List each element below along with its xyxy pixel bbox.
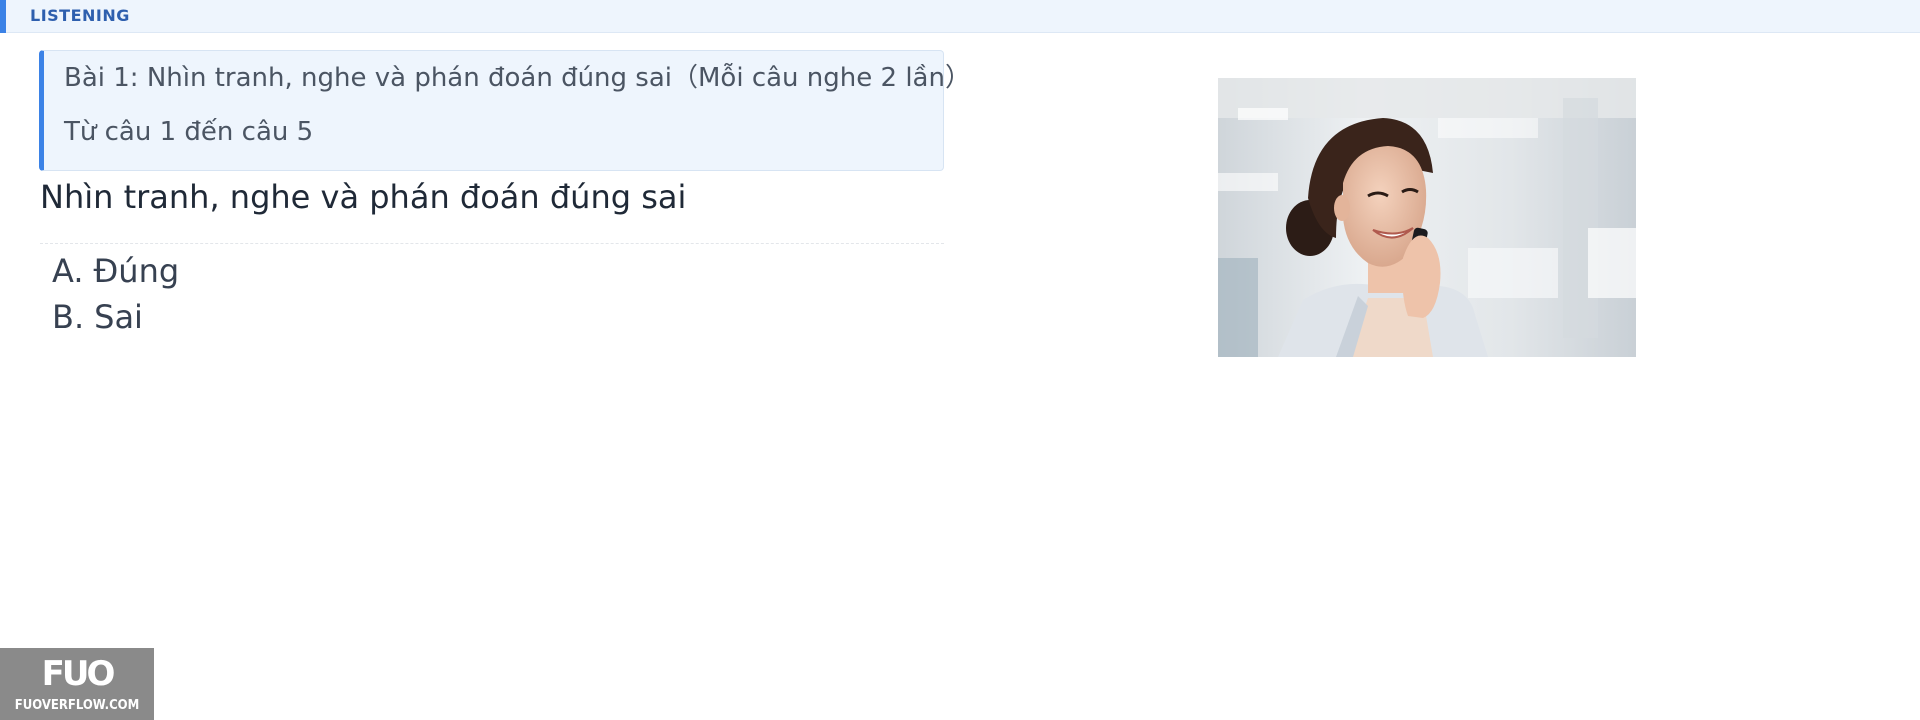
option-letter: B.	[52, 298, 85, 336]
answer-options: A. Đúng B. Sai	[52, 248, 179, 340]
section-accent-bar	[0, 0, 6, 33]
question-divider	[40, 243, 944, 244]
question-photo	[1218, 78, 1636, 357]
option-b[interactable]: B. Sai	[52, 294, 179, 340]
watermark: FUO FUOVERFLOW.COM	[0, 648, 154, 720]
instruction-title: Bài 1: Nhìn tranh, nghe và phán đoán đún…	[64, 63, 971, 93]
watermark-site: FUOVERFLOW.COM	[14, 698, 140, 713]
watermark-logo: FUO	[41, 654, 116, 694]
section-header: LISTENING	[0, 0, 1920, 33]
instruction-box: Bài 1: Nhìn tranh, nghe và phán đoán đún…	[39, 50, 971, 171]
woman-on-phone-image	[1218, 78, 1636, 357]
instruction-range: Từ câu 1 đến câu 5	[64, 117, 314, 147]
option-letter: A.	[52, 252, 84, 290]
page: LISTENING Bài 1: Nhìn tranh, nghe và phá…	[0, 0, 1920, 720]
question-text: Nhìn tranh, nghe và phán đoán đúng sai	[40, 178, 687, 216]
option-a[interactable]: A. Đúng	[52, 248, 179, 294]
section-label: LISTENING	[30, 6, 130, 25]
option-label: Đúng	[93, 252, 180, 290]
option-label: Sai	[94, 298, 143, 336]
